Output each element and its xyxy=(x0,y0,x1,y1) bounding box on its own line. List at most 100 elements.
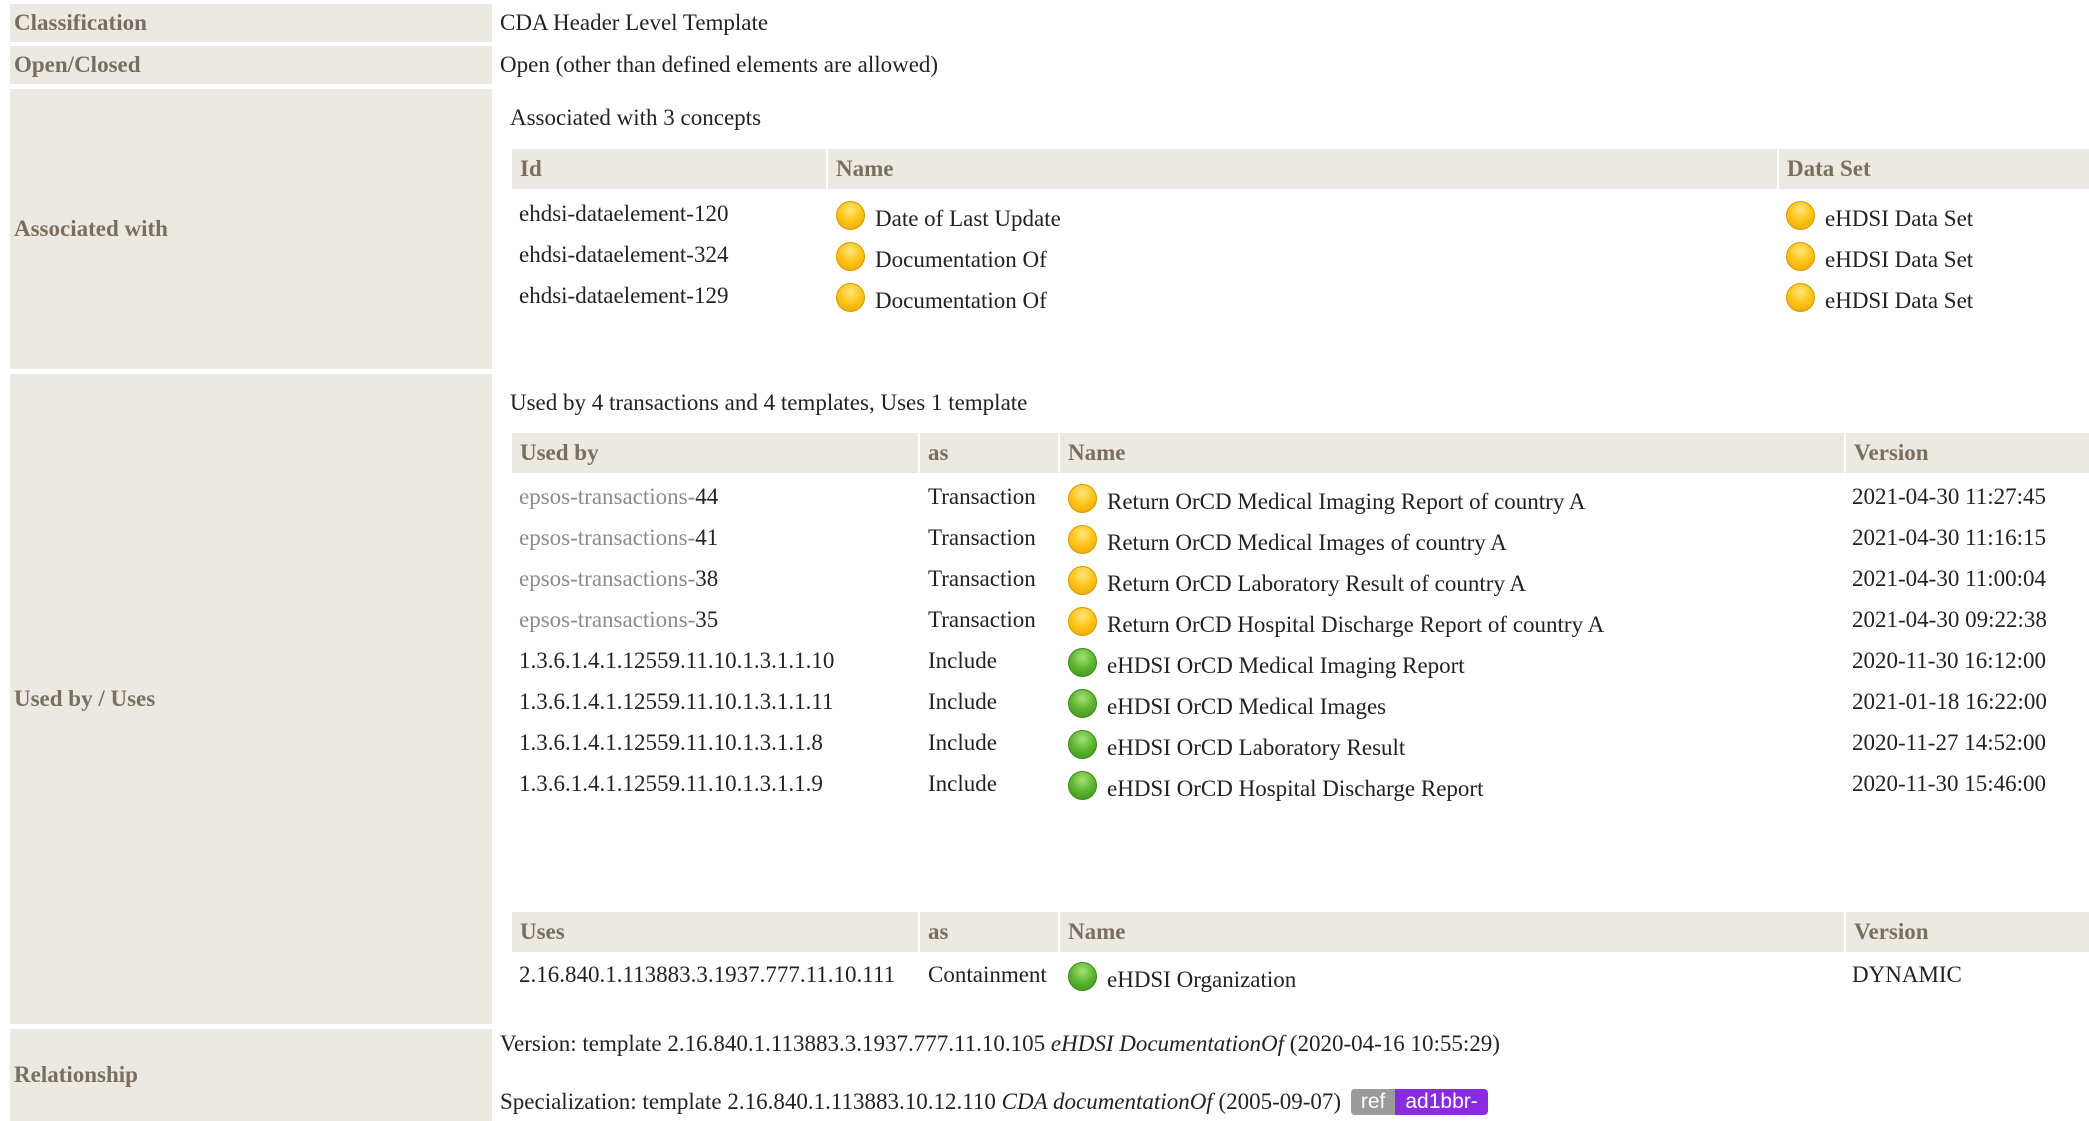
status-green-icon xyxy=(1068,730,1097,759)
status-yellow-icon xyxy=(1068,566,1097,595)
classification-row: Classification CDA Header Level Template xyxy=(0,0,2089,42)
usedby-id[interactable]: 1.3.6.1.4.1.12559.11.10.1.3.1.1.10 xyxy=(519,648,834,674)
usedby-header-usedby: Used by xyxy=(512,433,918,473)
assoc-name-text: Documentation Of xyxy=(875,247,1047,272)
template-details: Classification CDA Header Level Template… xyxy=(0,0,2089,1121)
uses-name[interactable]: eHDSI Organization xyxy=(1068,962,1296,993)
status-yellow-icon xyxy=(1068,484,1097,513)
assoc-name-text: Date of Last Update xyxy=(875,206,1061,231)
usedby-name[interactable]: eHDSI OrCD Hospital Discharge Report xyxy=(1068,771,1483,802)
relationship-spec-link[interactable]: CDA documentationOf xyxy=(1002,1089,1213,1114)
usedby-id[interactable]: epsos-transactions-41 xyxy=(519,525,718,551)
uses-header-version: Version xyxy=(1846,912,2089,952)
assoc-dataset[interactable]: eHDSI Data Set xyxy=(1786,201,1973,232)
usedby-table-row[interactable]: epsos-transactions-38 Transaction Return O… xyxy=(0,566,2089,606)
assoc-id: ehdsi-dataelement-129 xyxy=(519,283,729,308)
usedby-name[interactable]: Return OrCD Medical Imaging Report of co… xyxy=(1068,484,1585,515)
relationship-row: Relationship Version: template 2.16.840.… xyxy=(0,1029,2089,1121)
status-green-icon xyxy=(1068,648,1097,677)
usedby-id[interactable]: epsos-transactions-38 xyxy=(519,566,718,592)
assoc-header-dataset: Data Set xyxy=(1779,149,2089,189)
uses-header-name: Name xyxy=(1060,912,1844,952)
classification-value: CDA Header Level Template xyxy=(500,4,2089,42)
usedby-name-text: Return OrCD Laboratory Result of country… xyxy=(1107,571,1527,596)
assoc-table-row[interactable]: ehdsi-dataelement-129 Documentation Of eHD… xyxy=(0,283,2089,323)
open-closed-text: Open (other than defined elements are al… xyxy=(500,52,939,77)
relationship-specialization: Specialization: template 2.16.840.1.1138… xyxy=(500,1089,1488,1115)
usedby-name[interactable]: eHDSI OrCD Medical Imaging Report xyxy=(1068,648,1465,679)
uses-header-uses: Uses xyxy=(512,912,918,952)
status-yellow-icon xyxy=(836,242,865,271)
usedby-id[interactable]: 1.3.6.1.4.1.12559.11.10.1.3.1.1.8 xyxy=(519,730,823,756)
usedby-id-number: 1.3.6.1.4.1.12559.11.10.1.3.1.1.8 xyxy=(519,730,823,755)
usedby-as: Include xyxy=(928,648,997,673)
assoc-dataset-text: eHDSI Data Set xyxy=(1825,247,1974,272)
uses-as: Containment xyxy=(928,962,1047,987)
usedby-version: 2021-01-18 16:22:00 xyxy=(1852,689,2047,714)
usedby-header-version: Version xyxy=(1846,433,2089,473)
ref-badge-label: ref xyxy=(1350,1089,1396,1115)
associated-with-row: Associated with Associated with 3 concep… xyxy=(0,89,2089,369)
usedby-table-row[interactable]: 1.3.6.1.4.1.12559.11.10.1.3.1.1.11 Includ… xyxy=(0,689,2089,729)
assoc-name[interactable]: Documentation Of xyxy=(836,283,1047,314)
usedby-table-row[interactable]: 1.3.6.1.4.1.12559.11.10.1.3.1.1.8 Include… xyxy=(0,730,2089,770)
status-yellow-icon xyxy=(1786,283,1815,312)
assoc-dataset[interactable]: eHDSI Data Set xyxy=(1786,283,1973,314)
usedby-id-prefix: epsos-transactions- xyxy=(519,607,696,632)
assoc-id: ehdsi-dataelement-120 xyxy=(519,201,729,226)
classification-text: CDA Header Level Template xyxy=(500,10,769,35)
usedby-table-row[interactable]: 1.3.6.1.4.1.12559.11.10.1.3.1.1.9 Include… xyxy=(0,771,2089,811)
assoc-name[interactable]: Documentation Of xyxy=(836,242,1047,273)
relationship-spec-prefix: Specialization: template 2.16.840.1.1138… xyxy=(500,1089,1002,1114)
usedby-id-number: 1.3.6.1.4.1.12559.11.10.1.3.1.1.9 xyxy=(519,771,823,796)
usedby-name[interactable]: Return OrCD Hospital Discharge Report of… xyxy=(1068,607,1604,638)
usedby-table-row[interactable]: 1.3.6.1.4.1.12559.11.10.1.3.1.1.10 Includ… xyxy=(0,648,2089,688)
status-yellow-icon xyxy=(1786,242,1815,271)
usedby-id[interactable]: 1.3.6.1.4.1.12559.11.10.1.3.1.1.9 xyxy=(519,771,823,797)
assoc-dataset[interactable]: eHDSI Data Set xyxy=(1786,242,1973,273)
usedby-id-number: 1.3.6.1.4.1.12559.11.10.1.3.1.1.11 xyxy=(519,689,834,714)
usedby-version: 2021-04-30 09:22:38 xyxy=(1852,607,2047,632)
ref-badge-id: ad1bbr- xyxy=(1395,1089,1488,1115)
usedby-name[interactable]: eHDSI OrCD Laboratory Result xyxy=(1068,730,1405,761)
assoc-table-row[interactable]: ehdsi-dataelement-120 Date of Last Update… xyxy=(0,201,2089,241)
usedby-as: Include xyxy=(928,771,997,796)
usedby-name[interactable]: Return OrCD Laboratory Result of country… xyxy=(1068,566,1526,597)
status-yellow-icon xyxy=(1786,201,1815,230)
usedby-name[interactable]: Return OrCD Medical Images of country A xyxy=(1068,525,1507,556)
usedby-id-prefix: epsos-transactions- xyxy=(519,484,696,509)
uses-table-row[interactable]: 2.16.840.1.113883.3.1937.777.11.10.111 Co… xyxy=(0,962,2089,1002)
usedby-as: Transaction xyxy=(928,566,1036,591)
relationship-version-link[interactable]: eHDSI DocumentationOf xyxy=(1051,1031,1284,1056)
usedby-id-number: 1.3.6.1.4.1.12559.11.10.1.3.1.1.10 xyxy=(519,648,835,673)
usedby-id[interactable]: 1.3.6.1.4.1.12559.11.10.1.3.1.1.11 xyxy=(519,689,834,715)
usedby-id[interactable]: epsos-transactions-35 xyxy=(519,607,718,633)
open-closed-label: Open/Closed xyxy=(10,46,492,84)
usedby-name-text: eHDSI OrCD Medical Images xyxy=(1107,694,1387,719)
usedby-table-row[interactable]: epsos-transactions-44 Transaction Return O… xyxy=(0,484,2089,524)
usedby-id-prefix: epsos-transactions- xyxy=(519,525,696,550)
usedby-name[interactable]: eHDSI OrCD Medical Images xyxy=(1068,689,1386,720)
usedby-id-number: 38 xyxy=(695,566,719,591)
usedby-version: 2021-04-30 11:00:04 xyxy=(1852,566,2046,591)
usedby-header-as: as xyxy=(920,433,1058,473)
usedby-as: Include xyxy=(928,730,997,755)
uses-id[interactable]: 2.16.840.1.113883.3.1937.777.11.10.111 xyxy=(519,962,895,988)
usedby-name-text: eHDSI OrCD Laboratory Result xyxy=(1107,735,1406,760)
usedby-version: 2020-11-27 14:52:00 xyxy=(1852,730,2046,755)
usedby-id[interactable]: epsos-transactions-44 xyxy=(519,484,718,510)
usedby-table-row[interactable]: epsos-transactions-35 Transaction Return O… xyxy=(0,607,2089,647)
usedby-version: 2020-11-30 16:12:00 xyxy=(1852,648,2046,673)
relationship-version-date: (2020-04-16 10:55:29) xyxy=(1284,1031,1500,1056)
status-yellow-icon xyxy=(1068,525,1097,554)
usedby-header-name: Name xyxy=(1060,433,1844,473)
assoc-table-row[interactable]: ehdsi-dataelement-324 Documentation Of eHD… xyxy=(0,242,2089,282)
assoc-name[interactable]: Date of Last Update xyxy=(836,201,1061,232)
usedby-table-row[interactable]: epsos-transactions-41 Transaction Return O… xyxy=(0,525,2089,565)
status-green-icon xyxy=(1068,962,1097,991)
usedby-name-text: Return OrCD Medical Imaging Report of co… xyxy=(1107,489,1586,514)
assoc-name-text: Documentation Of xyxy=(875,288,1047,313)
classification-label: Classification xyxy=(10,4,492,42)
usedby-as: Include xyxy=(928,689,997,714)
usedby-id-number: 41 xyxy=(695,525,719,550)
